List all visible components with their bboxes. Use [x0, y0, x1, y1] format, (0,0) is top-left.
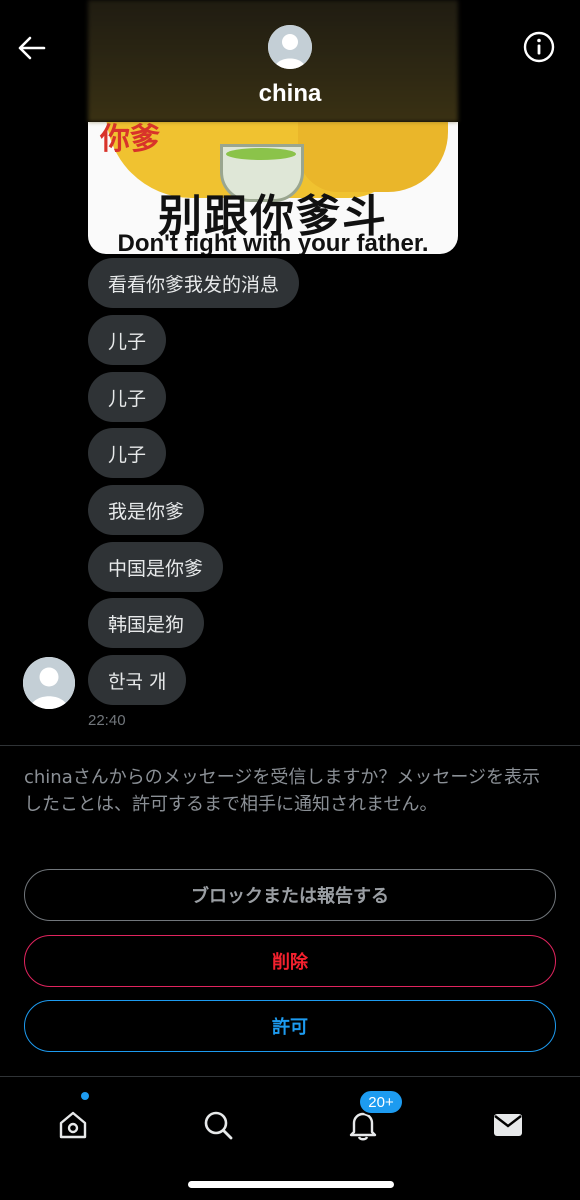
default-avatar-icon — [268, 25, 312, 69]
notifications-badge: 20+ — [358, 1089, 404, 1115]
divider — [0, 745, 580, 746]
meme-caption-en: Don't fight with your father. — [117, 230, 429, 254]
meme-red-text: 你爹 — [100, 122, 160, 157]
header-avatar[interactable] — [268, 25, 312, 69]
message-bubble[interactable]: 儿子 — [88, 315, 167, 365]
tab-home[interactable] — [43, 1095, 103, 1155]
arrow-left-icon — [18, 36, 46, 60]
image-message[interactable]: 你爹 别跟你爹斗 Don't fight with your father. — [88, 122, 458, 254]
allow-button[interactable]: 許可 — [24, 1000, 556, 1052]
message-bubble[interactable]: 儿子 — [88, 372, 167, 422]
message-bubble[interactable]: 看看你爹我发的消息 — [88, 258, 300, 308]
home-indicator[interactable] — [188, 1181, 394, 1188]
block-or-report-button[interactable]: ブロックまたは報告する — [24, 869, 556, 921]
tab-search[interactable] — [188, 1095, 248, 1155]
home-unread-dot — [81, 1092, 89, 1100]
tab-messages[interactable] — [478, 1095, 538, 1155]
message-bubble[interactable]: 我是你爹 — [88, 485, 205, 535]
info-icon — [523, 31, 555, 63]
back-button[interactable] — [14, 30, 50, 66]
message-bubble[interactable]: 儿子 — [88, 428, 167, 478]
tea-surface — [226, 148, 296, 160]
search-icon — [204, 1111, 233, 1140]
conversation-header: china — [0, 0, 580, 122]
info-button[interactable] — [522, 30, 556, 64]
home-icon — [59, 1111, 87, 1139]
message-request-prompt: chinaさんからのメッセージを受信しますか？メッセージを表示したことは、許可す… — [24, 767, 541, 815]
sender-avatar[interactable] — [23, 657, 75, 709]
message-bubble[interactable]: 中国是你爹 — [88, 542, 224, 592]
conversation-name[interactable]: china — [0, 80, 580, 108]
mail-icon — [494, 1114, 522, 1136]
message-bubble[interactable]: 한국 개 — [88, 655, 187, 705]
message-timestamp: 22:40 — [88, 712, 126, 729]
message-bubble[interactable]: 韩国是狗 — [88, 598, 205, 648]
delete-button[interactable]: 削除 — [24, 935, 556, 987]
default-avatar-icon — [23, 657, 75, 709]
